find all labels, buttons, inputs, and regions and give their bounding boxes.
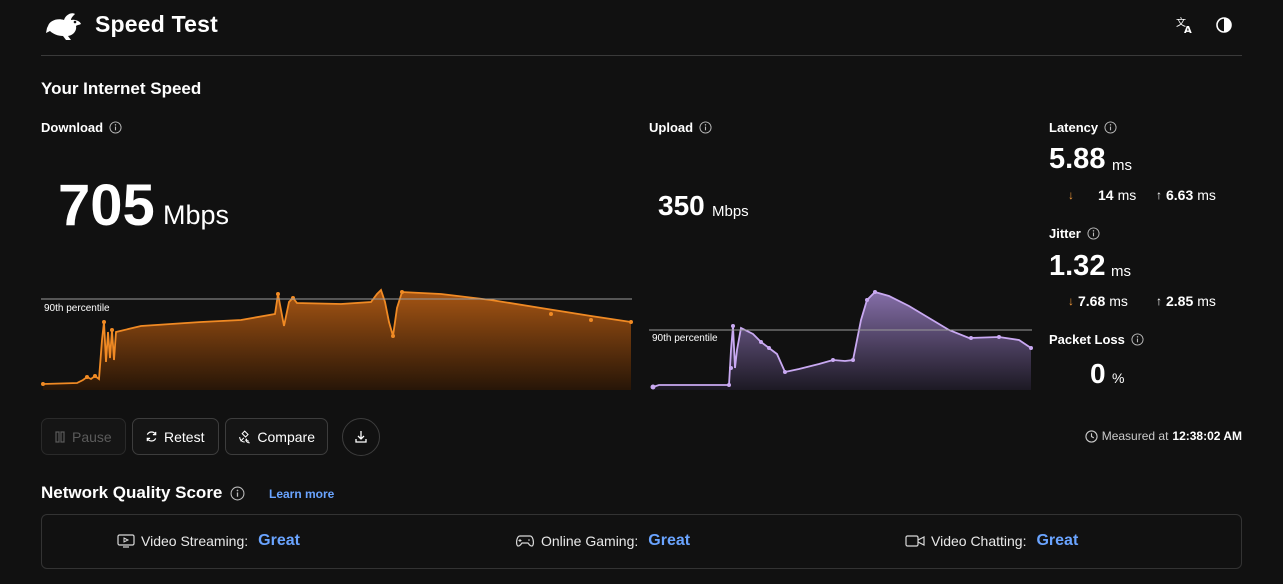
- retest-button[interactable]: Retest: [132, 418, 219, 455]
- latency-unit: ms: [1112, 157, 1132, 174]
- app-title: Speed Test: [95, 11, 218, 37]
- info-icon[interactable]: [230, 486, 245, 501]
- latency-value: 5.88: [1049, 143, 1106, 175]
- network-quality-title-row: Network Quality Score: [41, 483, 245, 503]
- upload-value: 350: [658, 190, 705, 221]
- translate-icon[interactable]: 文 A: [1176, 16, 1194, 34]
- upload-label-row: Upload: [649, 120, 712, 135]
- rabbit-logo-icon[interactable]: [44, 10, 84, 42]
- header-divider: [41, 55, 1242, 56]
- download-chart: 90th percentile: [41, 288, 633, 390]
- download-label-row: Download: [41, 120, 122, 135]
- download-results-button[interactable]: [342, 418, 380, 456]
- measured-at: Measured at 12:38:02 AM: [1085, 429, 1242, 443]
- pause-button[interactable]: Pause: [41, 418, 126, 455]
- packet-loss-unit: %: [1112, 370, 1125, 386]
- arrow-up-icon: ↑: [1156, 294, 1162, 308]
- jitter-unit: ms: [1111, 263, 1131, 280]
- download-percentile-label: 90th percentile: [44, 303, 110, 314]
- packet-loss-label: Packet Loss: [1049, 332, 1125, 347]
- refresh-icon: [146, 431, 157, 442]
- section-title: Your Internet Speed: [41, 79, 202, 98]
- jitter-download: ↓ 7.68 ms: [1068, 293, 1128, 309]
- network-quality-title: Network Quality Score: [41, 483, 223, 502]
- satellite-icon: [239, 429, 250, 443]
- download-value: 705: [58, 173, 155, 238]
- video-chatting-score: Video Chatting: Great: [905, 532, 1078, 550]
- upload-percentile-label: 90th percentile: [652, 333, 718, 344]
- arrow-up-icon: ↑: [1156, 188, 1162, 202]
- learn-more-link[interactable]: Learn more: [269, 487, 334, 501]
- arrow-down-icon: ↓: [1068, 294, 1074, 308]
- video-streaming-score: Video Streaming: Great: [117, 532, 300, 550]
- jitter-upload: ↑ 2.85 ms: [1156, 293, 1216, 309]
- packet-loss-value: 0: [1090, 358, 1106, 389]
- jitter-label-row: Jitter: [1049, 226, 1100, 241]
- jitter-label: Jitter: [1049, 226, 1081, 241]
- jitter-value: 1.32: [1049, 250, 1106, 282]
- download-area: [43, 290, 631, 390]
- compare-button[interactable]: Compare: [225, 418, 328, 455]
- upload-label: Upload: [649, 120, 694, 135]
- latency-upload: ↑ 6.63 ms: [1156, 187, 1216, 203]
- pause-icon: [55, 430, 65, 443]
- tv-icon: [117, 534, 135, 548]
- download-icon: [355, 431, 367, 443]
- download-label: Download: [41, 120, 104, 135]
- latency-label: Latency: [1049, 120, 1099, 135]
- contrast-icon[interactable]: [1215, 16, 1233, 34]
- info-icon[interactable]: [699, 121, 712, 134]
- upload-chart: 90th percentile: [649, 290, 1033, 390]
- download-unit: Mbps: [163, 200, 230, 230]
- svg-text:A: A: [1184, 25, 1192, 34]
- clock-icon: [1085, 429, 1098, 443]
- packet-loss-label-row: Packet Loss: [1049, 332, 1144, 347]
- gamepad-icon: [516, 535, 534, 547]
- arrow-down-icon: ↓: [1068, 188, 1074, 202]
- upload-unit: Mbps: [712, 203, 749, 220]
- info-icon[interactable]: [1131, 333, 1144, 346]
- info-icon[interactable]: [1104, 121, 1117, 134]
- latency-label-row: Latency: [1049, 120, 1117, 135]
- online-gaming-score: Online Gaming: Great: [515, 532, 690, 550]
- video-camera-icon: [905, 535, 925, 547]
- info-icon[interactable]: [109, 121, 122, 134]
- latency-download: ↓ 14 ms: [1068, 187, 1137, 203]
- info-icon[interactable]: [1087, 227, 1100, 240]
